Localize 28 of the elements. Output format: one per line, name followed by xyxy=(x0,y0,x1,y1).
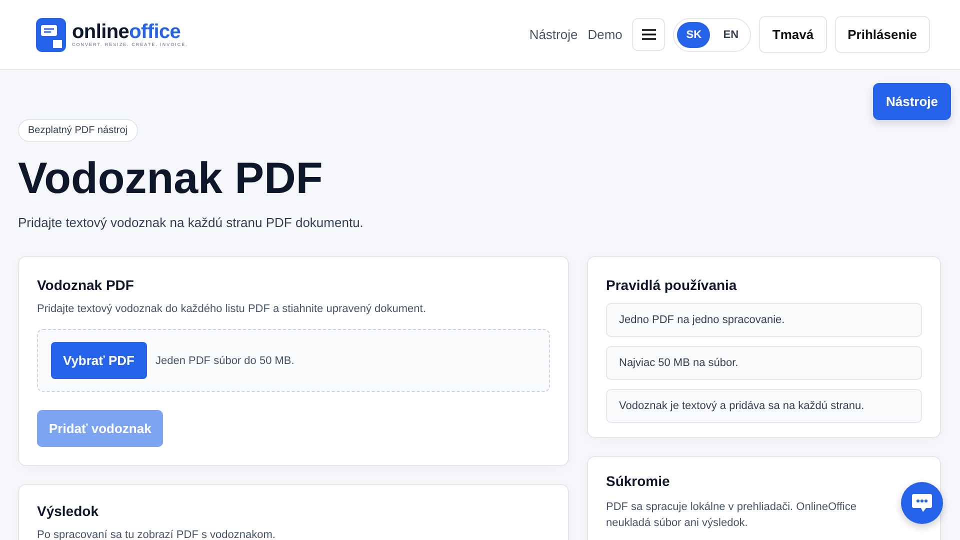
tools-button[interactable]: Nástroje xyxy=(872,83,951,120)
page-title: Vodoznak PDF xyxy=(18,157,324,201)
logo-icon xyxy=(36,18,66,52)
rule-item: Jedno PDF na jedno spracovanie. xyxy=(606,303,922,337)
menu-button[interactable] xyxy=(632,18,666,51)
choose-pdf-button[interactable]: Vybrať PDF xyxy=(51,342,146,379)
card-title: Pravidlá používania xyxy=(606,277,738,293)
nav-link[interactable]: Demo xyxy=(588,27,622,42)
card-description: Pridajte textový vodoznak do každého listu PDF a stiahnite upravený dokument. xyxy=(37,303,427,315)
file-drop-area[interactable]: Vybrať PDF Jeden PDF súbor do 50 MB. xyxy=(37,329,550,392)
file-hint: Jeden PDF súbor do 50 MB. xyxy=(156,354,294,366)
nav-link[interactable]: Nástroje xyxy=(529,27,578,42)
rule-item: Najviac 50 MB na súbor. xyxy=(606,346,922,380)
card-title: Vodoznak PDF xyxy=(37,277,135,293)
menu-icon xyxy=(642,29,656,40)
theme-button[interactable]: Tmavá xyxy=(759,16,827,53)
language-option[interactable]: EN xyxy=(714,22,748,48)
card-text: Po spracovaní sa tu zobrazí PDF s vodoznakom. xyxy=(37,529,276,540)
language-option[interactable]: SK xyxy=(677,22,710,48)
hero-badge: Bezplatný PDF nástroj xyxy=(18,119,138,142)
card-title: Výsledok xyxy=(37,503,100,519)
card-text: PDF sa spracuje lokálne v prehliadači. OnlineOffice neukladá súbor ani výsledok. xyxy=(606,500,858,531)
rule-item: Vodoznak je textový a pridáva sa na každú stranu. xyxy=(606,389,922,423)
page-subtitle: Pridajte textový vodoznak na každú stranu PDF dokumentu. xyxy=(18,215,364,230)
login-button[interactable]: Prihlásenie xyxy=(834,16,930,53)
card-title: Súkromie xyxy=(606,473,671,489)
logo-wordmark: onlineoffice xyxy=(72,22,181,42)
chat-icon xyxy=(911,493,933,513)
